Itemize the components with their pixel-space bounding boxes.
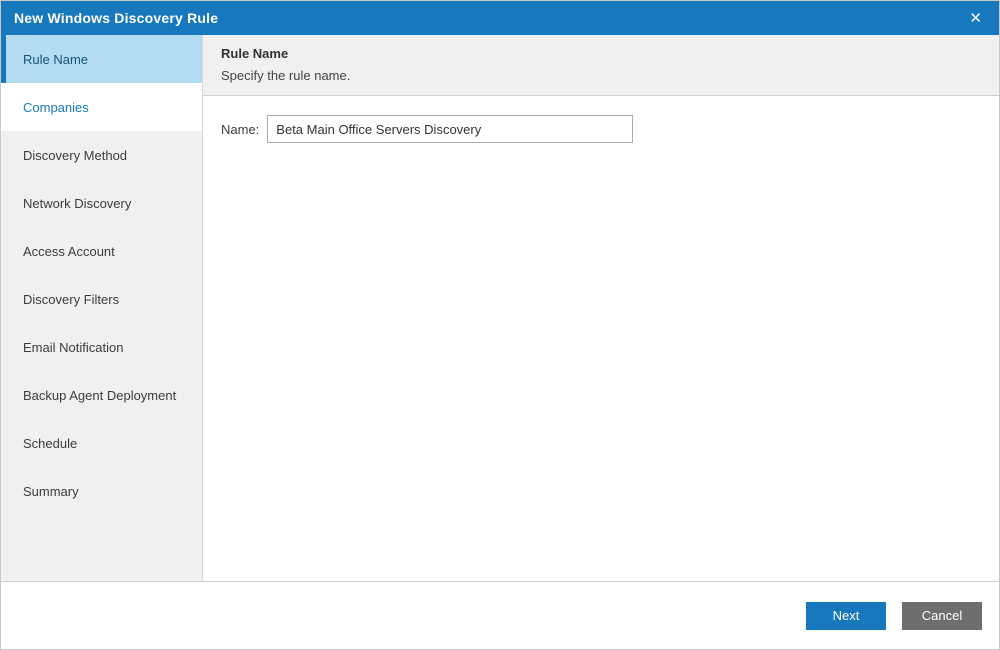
sidebar-item-label: Summary — [23, 483, 79, 499]
sidebar-item-label: Email Notification — [23, 339, 124, 355]
sidebar-item-access-account[interactable]: Access Account — [1, 227, 202, 275]
new-windows-discovery-rule-dialog: New Windows Discovery Rule ✕ Rule Name Co… — [0, 0, 1000, 650]
wizard-steps-sidebar: Rule Name Companies Discovery Method Networ… — [1, 35, 203, 581]
sidebar-item-discovery-filters[interactable]: Discovery Filters — [1, 275, 202, 323]
sidebar-item-label: Discovery Filters — [23, 291, 120, 307]
sidebar-item-label: Backup Agent Deployment — [23, 387, 177, 403]
sidebar-item-companies[interactable]: Companies — [1, 83, 202, 131]
sidebar-item-email-notification[interactable]: Email Notification — [1, 323, 202, 371]
rule-name-label: Name: — [221, 121, 260, 137]
sidebar-item-backup-agent-deployment[interactable]: Backup Agent Deployment — [1, 371, 202, 419]
rule-name-row: Name: — [221, 115, 981, 143]
sidebar-item-label: Network Discovery — [23, 195, 132, 211]
sidebar-item-summary[interactable]: Summary — [1, 467, 202, 515]
rule-name-input[interactable] — [267, 115, 634, 143]
sidebar-item-schedule[interactable]: Schedule — [1, 419, 202, 467]
next-button[interactable]: Next — [806, 601, 886, 630]
dialog-titlebar: New Windows Discovery Rule ✕ — [1, 1, 999, 35]
sidebar-item-rule-name[interactable]: Rule Name — [1, 35, 202, 83]
sidebar-item-discovery-method[interactable]: Discovery Method — [1, 131, 202, 179]
cancel-button[interactable]: Cancel — [902, 601, 982, 630]
sidebar-item-label: Companies — [23, 99, 89, 115]
step-form: Name: — [203, 96, 999, 581]
dialog-footer: Next Cancel — [1, 581, 999, 649]
sidebar-item-label: Discovery Method — [23, 147, 128, 163]
step-subtitle: Specify the rule name. — [221, 68, 351, 83]
sidebar-item-network-discovery[interactable]: Network Discovery — [1, 179, 202, 227]
step-heading: Rule Name — [221, 46, 289, 61]
sidebar-item-label: Rule Name — [23, 51, 89, 67]
dialog-body: Rule Name Companies Discovery Method Networ… — [1, 35, 999, 581]
dialog-title: New Windows Discovery Rule — [14, 10, 219, 26]
sidebar-item-label: Access Account — [23, 243, 115, 259]
sidebar-item-label: Schedule — [23, 435, 78, 451]
close-icon[interactable]: ✕ — [965, 9, 986, 28]
step-header: Rule Name Specify the rule name. — [203, 35, 999, 96]
wizard-content: Rule Name Specify the rule name. Name: — [203, 35, 999, 581]
